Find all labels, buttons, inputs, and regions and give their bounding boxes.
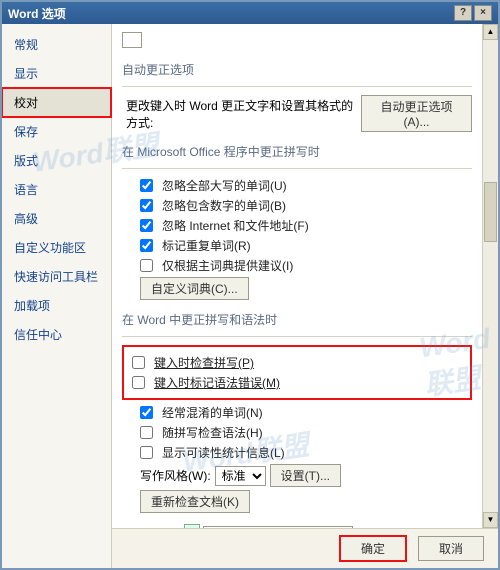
sidebar-item-advanced[interactable]: 高级 [2,204,111,233]
highlight-box-spellgrammar: 键入时检查拼写(P) 键入时标记语法错误(M) [122,345,472,400]
dialog-footer: 确定 取消 [112,528,498,568]
section-office-title: 在 Microsoft Office 程序中更正拼写时 [122,135,472,166]
close-button[interactable]: × [474,5,492,21]
lbl-confused-words: 经常混淆的单词(N) [162,404,263,421]
lbl-flag-repeated: 标记重复单词(R) [162,237,251,254]
custom-dictionaries-button[interactable]: 自定义词典(C)... [140,277,249,300]
cb-mark-grammar-typing[interactable] [132,376,145,389]
section-autocorrect-title: 自动更正选项 [122,53,472,84]
scroll-thumb[interactable] [484,182,497,242]
writing-style-settings-button[interactable]: 设置(T)... [270,464,341,487]
main-panel: 自动更正选项 更改键入时 Word 更正文字和设置其格式的方式: 自动更正选项(… [112,24,498,568]
recheck-document-button[interactable]: 重新检查文档(K) [140,490,250,513]
help-button[interactable]: ? [454,5,472,21]
scroll-up-button[interactable]: ▲ [483,24,498,40]
section-word-title: 在 Word 中更正拼写和语法时 [122,303,472,334]
sidebar-item-save[interactable]: 保存 [2,117,111,146]
sidebar-item-trust-center[interactable]: 信任中心 [2,320,111,349]
lbl-main-dict-only: 仅根据主词典提供建议(I) [162,257,293,274]
cb-readability-stats[interactable] [140,446,153,459]
cb-flag-repeated[interactable] [140,239,153,252]
cb-grammar-with-spelling[interactable] [140,426,153,439]
sidebar-item-addins[interactable]: 加载项 [2,291,111,320]
dialog-title: Word 选项 [8,5,66,22]
cancel-button[interactable]: 取消 [418,536,484,561]
sidebar-item-proofing[interactable]: 校对 [2,88,111,117]
cb-ignore-internet[interactable] [140,219,153,232]
lbl-ignore-internet: 忽略 Internet 和文件地址(F) [162,217,309,234]
cb-check-spelling-typing[interactable] [132,356,145,369]
autocorrect-options-button[interactable]: 自动更正选项(A)... [361,95,472,132]
cb-ignore-uppercase[interactable] [140,179,153,192]
scroll-down-button[interactable]: ▼ [483,512,498,528]
sidebar: 常规 显示 校对 保存 版式 语言 高级 自定义功能区 快速访问工具栏 加载项 … [2,24,112,568]
cb-confused-words[interactable] [140,406,153,419]
writing-style-select[interactable]: 标准 [215,466,266,486]
proofing-icon [122,32,142,48]
lbl-mark-grammar-typing: 键入时标记语法错误(M) [154,374,280,391]
lbl-ignore-numbers: 忽略包含数字的单词(B) [162,197,286,214]
ok-button[interactable]: 确定 [340,536,406,561]
sidebar-item-general[interactable]: 常规 [2,30,111,59]
cb-ignore-numbers[interactable] [140,199,153,212]
sidebar-item-qat[interactable]: 快速访问工具栏 [2,262,111,291]
word-options-dialog: Word 选项 ? × 常规 显示 校对 保存 版式 语言 高级 自定义功能区 … [0,0,500,570]
cb-main-dict-only[interactable] [140,259,153,272]
titlebar: Word 选项 ? × [2,2,498,24]
main-scroll: 自动更正选项 更改键入时 Word 更正文字和设置其格式的方式: 自动更正选项(… [112,24,498,568]
sidebar-item-language[interactable]: 语言 [2,175,111,204]
lbl-check-spelling-typing: 键入时检查拼写(P) [154,354,254,371]
writing-style-label: 写作风格(W): [140,467,211,484]
lbl-readability-stats: 显示可读性统计信息(L) [162,444,285,461]
sidebar-item-customize-ribbon[interactable]: 自定义功能区 [2,233,111,262]
lbl-grammar-with-spelling: 随拼写检查语法(H) [162,424,263,441]
dialog-body: 常规 显示 校对 保存 版式 语言 高级 自定义功能区 快速访问工具栏 加载项 … [2,24,498,568]
autocorrect-desc: 更改键入时 Word 更正文字和设置其格式的方式: [126,97,357,131]
sidebar-item-display[interactable]: 显示 [2,59,111,88]
sidebar-item-layout[interactable]: 版式 [2,146,111,175]
scroll-track[interactable] [483,40,498,512]
vertical-scrollbar[interactable]: ▲ ▼ [482,24,498,528]
lbl-ignore-uppercase: 忽略全部大写的单词(U) [162,177,287,194]
